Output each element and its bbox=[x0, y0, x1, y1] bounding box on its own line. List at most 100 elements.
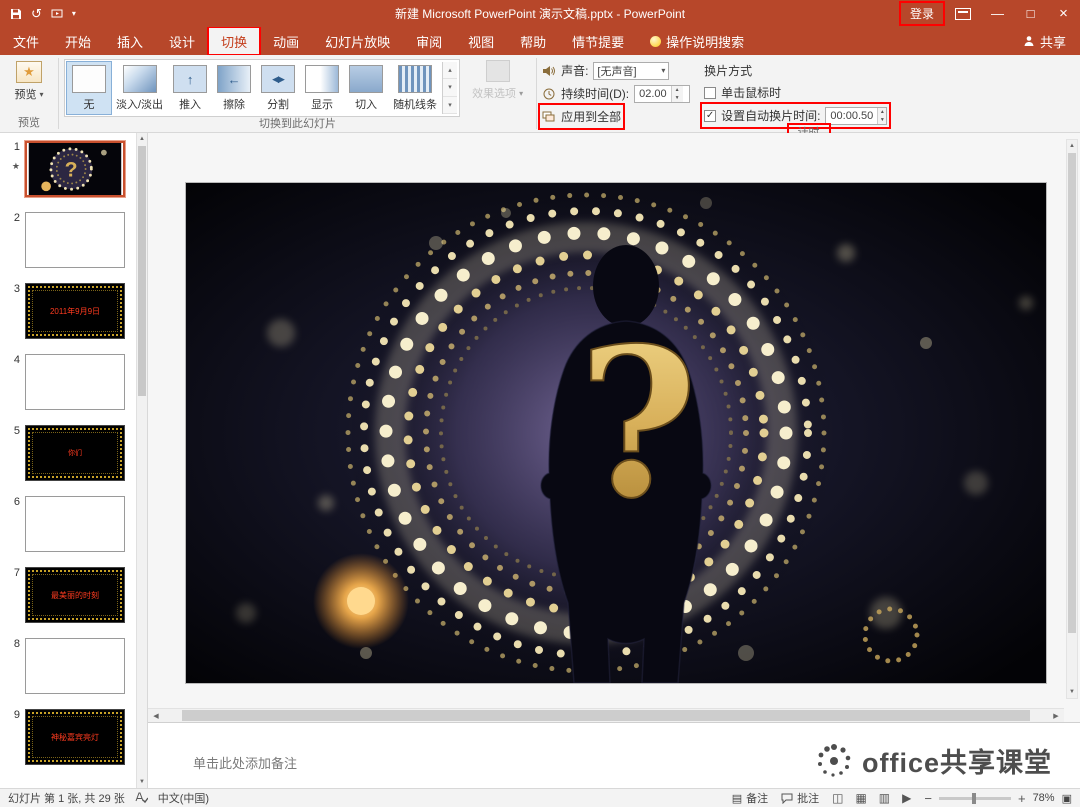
push-transition-icon: ↑ bbox=[173, 65, 208, 93]
slide-thumbnail-2[interactable] bbox=[25, 212, 125, 268]
zoom-slider[interactable] bbox=[938, 792, 1011, 804]
zoom-in-button[interactable]: + bbox=[1018, 792, 1026, 805]
tab-help[interactable]: 帮助 bbox=[507, 27, 559, 55]
save-icon[interactable] bbox=[10, 8, 22, 20]
preview-button[interactable]: ★ 预览 ▾ bbox=[6, 59, 51, 104]
tab-animations[interactable]: 动画 bbox=[260, 27, 312, 55]
transition-push[interactable]: ↑ 推入 bbox=[168, 62, 212, 114]
thumbnail-scrollbar[interactable]: ▲ ▼ bbox=[136, 133, 147, 788]
thumbnail-row: 9 神秘嘉宾亮灯 bbox=[4, 709, 147, 765]
scroll-left-icon[interactable]: ◀ bbox=[148, 712, 164, 720]
tab-home[interactable]: 开始 bbox=[52, 27, 104, 55]
auto-advance-row[interactable]: ✓ 设置自动换片时间: 00:00.50 ▲ ▼ bbox=[700, 102, 892, 129]
reveal-transition-icon bbox=[305, 65, 340, 93]
normal-view-button[interactable]: ◫ bbox=[832, 791, 843, 805]
slide-number: 2 bbox=[13, 212, 20, 224]
slideshow-view-button[interactable]: ▶ bbox=[902, 791, 911, 805]
slide-thumbnail-9[interactable]: 神秘嘉宾亮灯 bbox=[25, 709, 125, 765]
maximize-button[interactable]: □ bbox=[1014, 0, 1047, 27]
share-button[interactable]: 共享 bbox=[1009, 27, 1080, 55]
sound-row: 声音: [无声音] ▾ bbox=[542, 61, 690, 80]
notes-placeholder[interactable]: 单击此处添加备注 bbox=[193, 753, 297, 772]
split-transition-icon: ◀▶ bbox=[261, 65, 296, 93]
gallery-more-button[interactable]: ▾ bbox=[443, 96, 458, 114]
auto-advance-spinner[interactable]: 00:00.50 ▲ ▼ bbox=[825, 106, 888, 125]
duration-spinner[interactable]: 02.00 ▲ ▼ bbox=[634, 84, 691, 103]
spin-up-icon[interactable]: ▲ bbox=[878, 107, 887, 116]
start-slideshow-icon[interactable] bbox=[51, 8, 63, 20]
transition-reveal[interactable]: 显示 bbox=[300, 62, 344, 114]
tab-file[interactable]: 文件 bbox=[0, 27, 52, 55]
slide-number: 3 bbox=[13, 283, 20, 295]
scroll-down-icon[interactable]: ▼ bbox=[1067, 686, 1077, 698]
spin-down-icon[interactable]: ▼ bbox=[878, 115, 887, 124]
spin-up-icon[interactable]: ▲ bbox=[671, 85, 683, 94]
transition-split[interactable]: ◀▶ 分割 bbox=[256, 62, 300, 114]
tab-storyboarding[interactable]: 情节提要 bbox=[559, 27, 637, 55]
notes-toggle-button[interactable]: ▤ 备注 bbox=[732, 790, 768, 806]
sound-dropdown[interactable]: [无声音] ▾ bbox=[593, 61, 670, 80]
transition-none[interactable]: 无 bbox=[66, 61, 112, 115]
tab-tell-me[interactable]: 操作说明搜索 bbox=[637, 27, 757, 55]
spell-check-icon[interactable] bbox=[135, 792, 148, 804]
slide-thumbnail-6[interactable] bbox=[25, 496, 125, 552]
transition-wipe[interactable]: ← 擦除 bbox=[212, 62, 256, 114]
tab-transitions[interactable]: 切换 bbox=[207, 26, 262, 56]
auto-advance-checkbox[interactable]: ✓ bbox=[704, 109, 717, 122]
scrollbar-thumb[interactable] bbox=[1068, 153, 1076, 633]
reading-view-button[interactable]: ▥ bbox=[879, 791, 890, 805]
close-button[interactable]: × bbox=[1047, 0, 1080, 27]
title-bar: ↺ ▾ 新建 Microsoft PowerPoint 演示文稿.pptx - … bbox=[0, 0, 1080, 27]
preview-group-label: 预览 bbox=[18, 117, 40, 129]
on-mouse-click-row[interactable]: 单击鼠标时 bbox=[704, 83, 887, 102]
zoom-out-button[interactable]: − bbox=[924, 792, 932, 805]
scroll-right-icon[interactable]: ▶ bbox=[1048, 712, 1064, 720]
spin-down-icon[interactable]: ▼ bbox=[671, 93, 683, 102]
transition-fade[interactable]: 淡入/淡出 bbox=[111, 62, 168, 114]
apply-to-all-button[interactable]: 应用到全部 bbox=[538, 103, 626, 130]
scroll-up-icon[interactable]: ▲ bbox=[1067, 140, 1077, 152]
gallery-scroll-down[interactable]: ▾ bbox=[443, 79, 458, 97]
scrollbar-thumb[interactable] bbox=[181, 710, 1031, 721]
slide-thumbnail-3[interactable]: 2011年9月9日 bbox=[25, 283, 125, 339]
undo-icon[interactable]: ↺ bbox=[31, 7, 42, 20]
horizontal-scrollbar[interactable]: ◀ ▶ bbox=[148, 708, 1064, 722]
notes-pane[interactable]: 单击此处添加备注 office共享课堂 bbox=[148, 722, 1080, 788]
scroll-up-icon[interactable]: ▲ bbox=[137, 133, 147, 145]
timing-left-column: 声音: [无声音] ▾ 持续时间(D): 02.00 ▲ ▼ 应用到全部 bbox=[538, 61, 691, 130]
scrollbar-thumb[interactable] bbox=[138, 146, 146, 396]
timing-right-column: 换片方式 单击鼠标时 ✓ 设置自动换片时间: 00:00.50 ▲ ▼ bbox=[700, 61, 892, 129]
minimize-button[interactable]: — bbox=[981, 0, 1014, 27]
on-mouse-click-checkbox[interactable] bbox=[704, 86, 717, 99]
customize-qat-icon[interactable]: ▾ bbox=[72, 9, 76, 18]
tab-view[interactable]: 视图 bbox=[455, 27, 507, 55]
gallery-scroll-up[interactable]: ▴ bbox=[443, 62, 458, 80]
current-slide[interactable]: ? bbox=[186, 183, 1046, 683]
transition-label: 推入 bbox=[179, 99, 202, 111]
slide-thumbnail-8[interactable] bbox=[25, 638, 125, 694]
scroll-down-icon[interactable]: ▼ bbox=[137, 776, 147, 788]
slide-thumbnail-7[interactable]: 最美丽的时刻 bbox=[25, 567, 125, 623]
zoom-slider-thumb[interactable] bbox=[972, 792, 977, 804]
slide-thumbnail-1[interactable]: ? bbox=[25, 141, 125, 197]
slide-thumbnail-4[interactable] bbox=[25, 354, 125, 410]
transition-random-bars[interactable]: 随机线条 bbox=[388, 62, 442, 114]
thumbnail-row: 7 最美丽的时刻 bbox=[4, 567, 147, 623]
tab-design[interactable]: 设计 bbox=[156, 27, 208, 55]
gallery-scrollbar: ▴ ▾ ▾ bbox=[442, 62, 458, 114]
none-transition-icon bbox=[72, 65, 106, 93]
preview-icon: ★ bbox=[15, 61, 42, 83]
zoom-level[interactable]: 78% bbox=[1033, 792, 1055, 804]
login-button[interactable]: 登录 bbox=[898, 1, 945, 26]
tab-review[interactable]: 审阅 bbox=[403, 27, 455, 55]
slide-thumbnail-5[interactable]: 你们 bbox=[25, 425, 125, 481]
vertical-scrollbar[interactable]: ▲ ▼ bbox=[1066, 139, 1078, 699]
comments-toggle-button[interactable]: 批注 bbox=[781, 790, 819, 806]
ribbon-display-options-icon[interactable] bbox=[955, 7, 971, 20]
language-indicator[interactable]: 中文(中国) bbox=[158, 790, 209, 806]
fit-to-window-button[interactable]: ▣ bbox=[1062, 792, 1072, 805]
slide-sorter-view-button[interactable]: ▦ bbox=[855, 791, 866, 805]
tab-slideshow[interactable]: 幻灯片放映 bbox=[312, 27, 403, 55]
transition-cut[interactable]: 切入 bbox=[344, 62, 388, 114]
tab-insert[interactable]: 插入 bbox=[104, 27, 156, 55]
